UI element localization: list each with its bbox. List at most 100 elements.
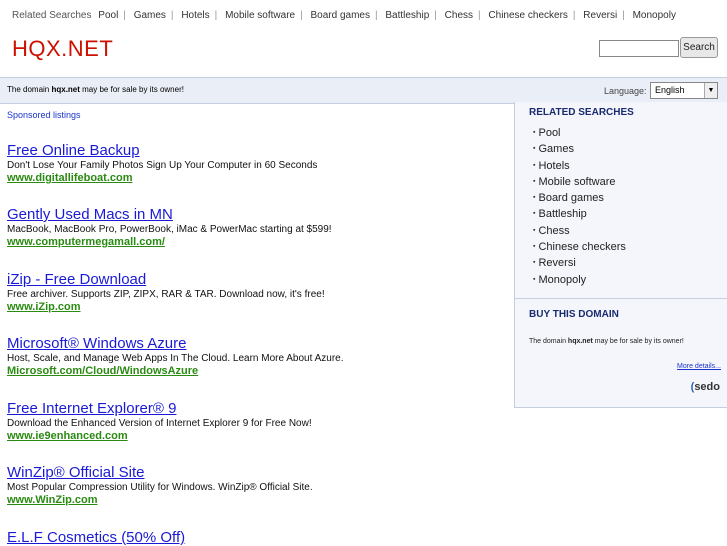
top-related-link-reversi[interactable]: Reversi [583, 10, 617, 21]
list-item[interactable]: ▪ Chinese checkers [533, 241, 626, 257]
listing-title[interactable]: Microsoft® Windows Azure [7, 335, 507, 352]
top-related-link-board-games[interactable]: Board games [310, 10, 369, 21]
buy-notice-suffix: may be for sale by its owner! [592, 338, 684, 345]
language-value: English [655, 85, 685, 95]
bullet-icon: ▪ [533, 177, 536, 185]
dropdown-arrow-icon[interactable]: ▼ [704, 83, 717, 98]
listing: Free Internet Explorer® 9 Download the E… [7, 400, 507, 442]
top-related-link-monopoly[interactable]: Monopoly [633, 10, 676, 21]
separator: | [374, 10, 378, 21]
separator: | [170, 10, 174, 21]
separator: | [478, 10, 481, 21]
bullet-icon: ▪ [533, 226, 536, 234]
listing-title[interactable]: iZip - Free Download [7, 271, 507, 288]
list-item[interactable]: ▪ Mobile software [533, 176, 626, 192]
listing-url[interactable]: www.WinZip.com [7, 494, 507, 506]
listing-url[interactable]: www.computermegamall.com/ [7, 236, 507, 248]
listing-description: Download the Enhanced Version of Interne… [7, 418, 312, 429]
list-item[interactable]: ▪ Games [533, 143, 626, 159]
list-item[interactable]: ▪ Reversi [533, 257, 626, 273]
more-details-link[interactable]: More details... [677, 363, 721, 370]
listing-description: MacBook, MacBook Pro, PowerBook, iMac & … [7, 224, 332, 235]
listing: Free Online Backup Don't Lose Your Famil… [7, 142, 507, 184]
related-link[interactable]: Chess [538, 225, 569, 237]
bullet-icon: ▪ [533, 129, 536, 136]
listing-description: Most Popular Compression Utility for Win… [7, 482, 313, 493]
listing-url[interactable]: www.iZip.com [7, 301, 507, 313]
language-label: Language: [604, 86, 647, 96]
top-related-link-mobile-software[interactable]: Mobile software [225, 10, 295, 21]
notice-suffix: may be for sale by its owner! [79, 85, 184, 94]
search-input[interactable] [599, 40, 679, 57]
list-item[interactable]: ▪ Hotels [533, 160, 626, 176]
sedo-logo[interactable]: (sedo [691, 381, 720, 393]
related-searches-list: ▪ Pool ▪ Games ▪ Hotels ▪ Mobile software ▪ B… [533, 127, 626, 290]
related-link[interactable]: Mobile software [538, 176, 615, 188]
listing: E.L.F Cosmetics (50% Off) [7, 529, 507, 546]
listing-description: Host, Scale, and Manage Web Apps In The … [7, 353, 344, 364]
info-bar: The domain hqx.net may be for sale by it… [0, 77, 727, 104]
listing-title[interactable]: E.L.F Cosmetics (50% Off) [7, 529, 507, 546]
notice-domain: hqx.net [51, 85, 80, 94]
buy-domain-notice: The domain hqx.net may be for sale by it… [529, 338, 684, 345]
related-link[interactable]: Monopoly [538, 274, 586, 286]
list-item[interactable]: ▪ Battleship [533, 208, 626, 224]
separator: | [572, 10, 576, 21]
related-searches-heading: RELATED SEARCHES [529, 107, 634, 118]
bullet-icon: ▪ [533, 194, 536, 202]
search-button[interactable]: Search [680, 37, 718, 58]
listing-title[interactable]: WinZip® Official Site [7, 464, 507, 481]
top-related-label: Related Searches [12, 10, 92, 21]
bullet-icon: ▪ [533, 210, 536, 218]
related-link[interactable]: Chinese checkers [538, 241, 625, 253]
related-link[interactable]: Pool [538, 127, 560, 139]
divider [515, 298, 727, 299]
top-related-link-battleship[interactable]: Battleship [385, 10, 429, 21]
sponsored-listings-label: Sponsored listings [7, 110, 81, 120]
sedo-logo-text: sedo [694, 381, 720, 393]
bullet-icon: ▪ [533, 243, 536, 251]
separator: | [214, 10, 218, 21]
related-link[interactable]: Board games [538, 192, 603, 204]
listing-url[interactable]: www.digitallifeboat.com [7, 172, 507, 184]
listing-title[interactable]: Free Online Backup [7, 142, 507, 159]
sidebar: RELATED SEARCHES ▪ Pool ▪ Games ▪ Hotels ▪ M… [514, 102, 727, 408]
domain-sale-notice: The domain hqx.net may be for sale by it… [7, 85, 184, 94]
listing-url[interactable]: Microsoft.com/Cloud/WindowsAzure [7, 365, 507, 377]
listing-description: Free archiver. Supports ZIP, ZIPX, RAR &… [7, 289, 325, 300]
separator: | [123, 10, 126, 21]
listing-description: Don't Lose Your Family Photos Sign Up Yo… [7, 160, 318, 171]
separator: | [300, 10, 303, 21]
bullet-icon: ▪ [533, 161, 536, 169]
listing-title[interactable]: Gently Used Macs in MN [7, 206, 507, 223]
top-related-link-games[interactable]: Games [134, 10, 166, 21]
buy-notice-prefix: The domain [529, 338, 568, 345]
list-item[interactable]: ▪ Chess [533, 225, 626, 241]
related-link[interactable]: Reversi [538, 257, 575, 269]
top-related-link-chess[interactable]: Chess [445, 10, 473, 21]
listing-url[interactable]: www.ie9enhanced.com [7, 430, 507, 442]
top-related-link-hotels[interactable]: Hotels [181, 10, 209, 21]
listing: iZip - Free Download Free archiver. Supp… [7, 271, 507, 313]
related-link[interactable]: Games [538, 143, 573, 155]
separator: | [622, 10, 625, 21]
buy-domain-heading: BUY THIS DOMAIN [529, 309, 619, 320]
site-logo[interactable]: HQX.NET [12, 36, 113, 62]
listing: Gently Used Macs in MN MacBook, MacBook … [7, 206, 507, 248]
related-link[interactable]: Hotels [538, 160, 569, 172]
bullet-icon: ▪ [533, 275, 536, 283]
top-related-link-pool[interactable]: Pool [98, 10, 118, 21]
notice-prefix: The domain [7, 85, 52, 94]
listing: Microsoft® Windows Azure Host, Scale, an… [7, 335, 507, 377]
language-select[interactable]: English ▼ [650, 82, 718, 99]
buy-notice-domain: hqx.net [567, 338, 593, 345]
list-item[interactable]: ▪ Pool [533, 127, 626, 143]
list-item[interactable]: ▪ Monopoly [533, 274, 626, 290]
list-item[interactable]: ▪ Board games [533, 192, 626, 208]
related-link[interactable]: Battleship [538, 208, 586, 220]
top-related-link-chinese-checkers[interactable]: Chinese checkers [488, 10, 567, 21]
bullet-icon: ▪ [533, 259, 536, 267]
separator: | [434, 10, 437, 21]
listing-title[interactable]: Free Internet Explorer® 9 [7, 400, 507, 417]
top-related-searches: Related Searches Pool | Games | Hotels | Mo… [12, 10, 676, 21]
